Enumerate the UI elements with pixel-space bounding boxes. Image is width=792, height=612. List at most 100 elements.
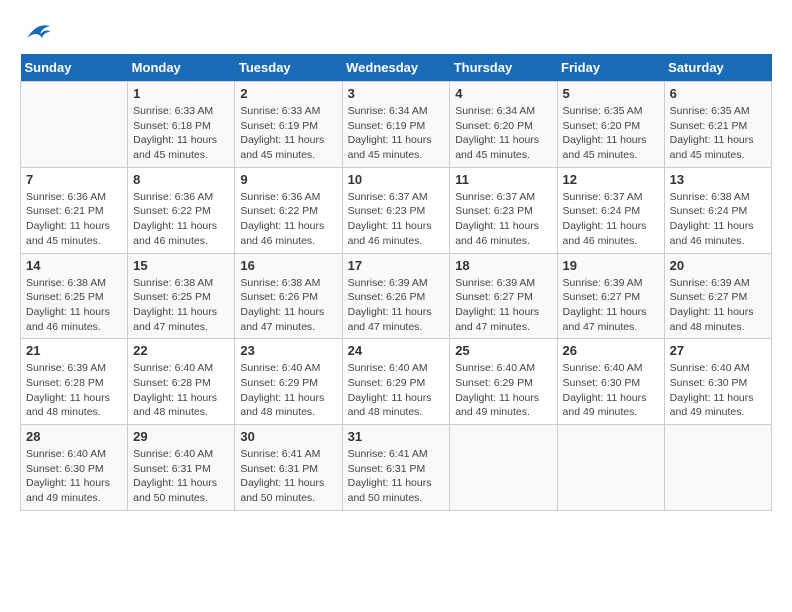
day-info: Sunrise: 6:37 AM Sunset: 6:24 PM Dayligh…	[563, 190, 659, 249]
day-number: 26	[563, 343, 659, 358]
day-number: 22	[133, 343, 229, 358]
day-info: Sunrise: 6:40 AM Sunset: 6:31 PM Dayligh…	[133, 447, 229, 506]
day-number: 5	[563, 86, 659, 101]
weekday-header-sunday: Sunday	[21, 54, 128, 82]
day-info: Sunrise: 6:40 AM Sunset: 6:30 PM Dayligh…	[26, 447, 122, 506]
day-info: Sunrise: 6:40 AM Sunset: 6:30 PM Dayligh…	[670, 361, 766, 420]
calendar-cell: 10 Sunrise: 6:37 AM Sunset: 6:23 PM Dayli…	[342, 167, 450, 253]
calendar-cell: 28 Sunrise: 6:40 AM Sunset: 6:30 PM Dayli…	[21, 425, 128, 511]
day-number: 15	[133, 258, 229, 273]
calendar-cell: 2 Sunrise: 6:33 AM Sunset: 6:19 PM Daylig…	[235, 82, 342, 168]
day-number: 27	[670, 343, 766, 358]
calendar-cell: 13 Sunrise: 6:38 AM Sunset: 6:24 PM Dayli…	[664, 167, 771, 253]
day-info: Sunrise: 6:35 AM Sunset: 6:21 PM Dayligh…	[670, 104, 766, 163]
day-info: Sunrise: 6:33 AM Sunset: 6:19 PM Dayligh…	[240, 104, 336, 163]
day-number: 12	[563, 172, 659, 187]
week-row-3: 14 Sunrise: 6:38 AM Sunset: 6:25 PM Dayli…	[21, 253, 772, 339]
day-number: 17	[348, 258, 445, 273]
week-row-5: 28 Sunrise: 6:40 AM Sunset: 6:30 PM Dayli…	[21, 425, 772, 511]
day-number: 28	[26, 429, 122, 444]
day-number: 9	[240, 172, 336, 187]
week-row-4: 21 Sunrise: 6:39 AM Sunset: 6:28 PM Dayli…	[21, 339, 772, 425]
calendar-cell	[557, 425, 664, 511]
day-info: Sunrise: 6:39 AM Sunset: 6:26 PM Dayligh…	[348, 276, 445, 335]
calendar-cell: 26 Sunrise: 6:40 AM Sunset: 6:30 PM Dayli…	[557, 339, 664, 425]
calendar-cell: 15 Sunrise: 6:38 AM Sunset: 6:25 PM Dayli…	[128, 253, 235, 339]
day-number: 20	[670, 258, 766, 273]
day-info: Sunrise: 6:36 AM Sunset: 6:22 PM Dayligh…	[240, 190, 336, 249]
calendar-cell	[664, 425, 771, 511]
day-info: Sunrise: 6:41 AM Sunset: 6:31 PM Dayligh…	[348, 447, 445, 506]
day-info: Sunrise: 6:33 AM Sunset: 6:18 PM Dayligh…	[133, 104, 229, 163]
day-number: 4	[455, 86, 551, 101]
day-info: Sunrise: 6:40 AM Sunset: 6:29 PM Dayligh…	[240, 361, 336, 420]
day-info: Sunrise: 6:34 AM Sunset: 6:19 PM Dayligh…	[348, 104, 445, 163]
day-number: 16	[240, 258, 336, 273]
day-number: 11	[455, 172, 551, 187]
day-number: 6	[670, 86, 766, 101]
day-number: 25	[455, 343, 551, 358]
day-number: 2	[240, 86, 336, 101]
day-info: Sunrise: 6:36 AM Sunset: 6:22 PM Dayligh…	[133, 190, 229, 249]
calendar-cell: 9 Sunrise: 6:36 AM Sunset: 6:22 PM Daylig…	[235, 167, 342, 253]
day-number: 8	[133, 172, 229, 187]
day-number: 13	[670, 172, 766, 187]
day-info: Sunrise: 6:35 AM Sunset: 6:20 PM Dayligh…	[563, 104, 659, 163]
day-number: 19	[563, 258, 659, 273]
weekday-header-friday: Friday	[557, 54, 664, 82]
day-info: Sunrise: 6:40 AM Sunset: 6:29 PM Dayligh…	[455, 361, 551, 420]
day-info: Sunrise: 6:38 AM Sunset: 6:25 PM Dayligh…	[133, 276, 229, 335]
day-number: 21	[26, 343, 122, 358]
day-info: Sunrise: 6:37 AM Sunset: 6:23 PM Dayligh…	[455, 190, 551, 249]
day-number: 3	[348, 86, 445, 101]
calendar-cell: 31 Sunrise: 6:41 AM Sunset: 6:31 PM Dayli…	[342, 425, 450, 511]
day-info: Sunrise: 6:39 AM Sunset: 6:27 PM Dayligh…	[455, 276, 551, 335]
calendar-cell: 6 Sunrise: 6:35 AM Sunset: 6:21 PM Daylig…	[664, 82, 771, 168]
calendar-cell: 3 Sunrise: 6:34 AM Sunset: 6:19 PM Daylig…	[342, 82, 450, 168]
weekday-header-saturday: Saturday	[664, 54, 771, 82]
calendar-cell: 12 Sunrise: 6:37 AM Sunset: 6:24 PM Dayli…	[557, 167, 664, 253]
calendar-cell	[450, 425, 557, 511]
calendar-cell: 8 Sunrise: 6:36 AM Sunset: 6:22 PM Daylig…	[128, 167, 235, 253]
day-info: Sunrise: 6:39 AM Sunset: 6:28 PM Dayligh…	[26, 361, 122, 420]
week-row-1: 1Sunrise: 6:33 AM Sunset: 6:18 PM Daylig…	[21, 82, 772, 168]
calendar-cell: 14 Sunrise: 6:38 AM Sunset: 6:25 PM Dayli…	[21, 253, 128, 339]
calendar-cell: 21 Sunrise: 6:39 AM Sunset: 6:28 PM Dayli…	[21, 339, 128, 425]
calendar-cell: 11 Sunrise: 6:37 AM Sunset: 6:23 PM Dayli…	[450, 167, 557, 253]
weekday-header-thursday: Thursday	[450, 54, 557, 82]
calendar-cell	[21, 82, 128, 168]
day-info: Sunrise: 6:40 AM Sunset: 6:28 PM Dayligh…	[133, 361, 229, 420]
day-info: Sunrise: 6:37 AM Sunset: 6:23 PM Dayligh…	[348, 190, 445, 249]
day-number: 14	[26, 258, 122, 273]
calendar-cell: 17 Sunrise: 6:39 AM Sunset: 6:26 PM Dayli…	[342, 253, 450, 339]
day-info: Sunrise: 6:38 AM Sunset: 6:25 PM Dayligh…	[26, 276, 122, 335]
day-info: Sunrise: 6:39 AM Sunset: 6:27 PM Dayligh…	[670, 276, 766, 335]
weekday-header-wednesday: Wednesday	[342, 54, 450, 82]
calendar-cell: 29 Sunrise: 6:40 AM Sunset: 6:31 PM Dayli…	[128, 425, 235, 511]
logo-bird-icon	[22, 20, 52, 44]
calendar-cell: 5 Sunrise: 6:35 AM Sunset: 6:20 PM Daylig…	[557, 82, 664, 168]
calendar-cell: 19Sunrise: 6:39 AM Sunset: 6:27 PM Dayli…	[557, 253, 664, 339]
day-number: 29	[133, 429, 229, 444]
header-row: SundayMondayTuesdayWednesdayThursdayFrid…	[21, 54, 772, 82]
calendar-cell: 23 Sunrise: 6:40 AM Sunset: 6:29 PM Dayli…	[235, 339, 342, 425]
calendar-cell: 7Sunrise: 6:36 AM Sunset: 6:21 PM Daylig…	[21, 167, 128, 253]
calendar-cell: 20 Sunrise: 6:39 AM Sunset: 6:27 PM Dayli…	[664, 253, 771, 339]
logo	[20, 20, 52, 44]
day-number: 10	[348, 172, 445, 187]
day-number: 24	[348, 343, 445, 358]
calendar-cell: 4Sunrise: 6:34 AM Sunset: 6:20 PM Daylig…	[450, 82, 557, 168]
day-number: 31	[348, 429, 445, 444]
calendar-cell: 16 Sunrise: 6:38 AM Sunset: 6:26 PM Dayli…	[235, 253, 342, 339]
day-info: Sunrise: 6:38 AM Sunset: 6:24 PM Dayligh…	[670, 190, 766, 249]
weekday-header-tuesday: Tuesday	[235, 54, 342, 82]
day-info: Sunrise: 6:40 AM Sunset: 6:30 PM Dayligh…	[563, 361, 659, 420]
header	[20, 20, 772, 44]
day-number: 23	[240, 343, 336, 358]
calendar-cell: 25 Sunrise: 6:40 AM Sunset: 6:29 PM Dayli…	[450, 339, 557, 425]
calendar-cell: 18Sunrise: 6:39 AM Sunset: 6:27 PM Dayli…	[450, 253, 557, 339]
day-info: Sunrise: 6:38 AM Sunset: 6:26 PM Dayligh…	[240, 276, 336, 335]
day-info: Sunrise: 6:41 AM Sunset: 6:31 PM Dayligh…	[240, 447, 336, 506]
calendar-table: SundayMondayTuesdayWednesdayThursdayFrid…	[20, 54, 772, 511]
calendar-cell: 27 Sunrise: 6:40 AM Sunset: 6:30 PM Dayli…	[664, 339, 771, 425]
